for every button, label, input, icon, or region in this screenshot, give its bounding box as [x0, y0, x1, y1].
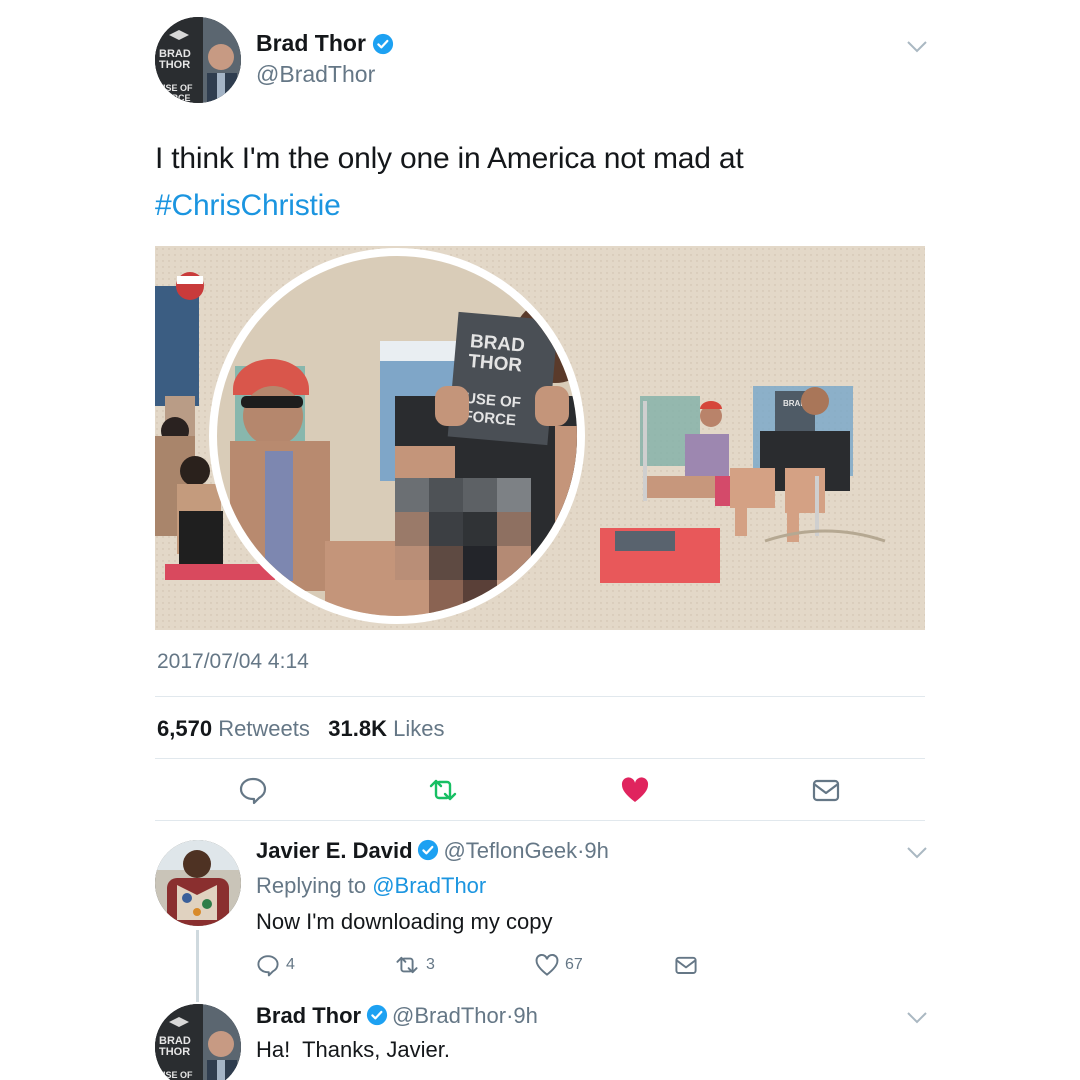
- divider-top: [155, 696, 925, 697]
- reply-1-like-count: 67: [565, 956, 583, 973]
- reply-1-time[interactable]: 9h: [584, 838, 608, 863]
- reply-1-avatar[interactable]: [155, 840, 241, 926]
- tweet-stats: 6,570 Retweets 31.8K Likes: [157, 716, 444, 742]
- divider-bottom: [155, 820, 925, 821]
- heart-outline-icon: [535, 953, 559, 976]
- retweet-label: Retweets: [218, 716, 310, 741]
- avatar-book-line-2: THOR: [159, 59, 190, 71]
- reply-1-reply-count: 4: [286, 956, 295, 973]
- reply-2-header: Brad Thor @BradThor·9h: [256, 1003, 538, 1029]
- reply-2-name[interactable]: Brad Thor: [256, 1003, 361, 1028]
- tweet-text: I think I'm the only one in America not …: [155, 135, 925, 229]
- reply-2-handle[interactable]: @BradThor: [392, 1003, 506, 1028]
- avatar-book-line-3: USE OF: [159, 83, 193, 93]
- reply-1-header: Javier E. David @TeflonGeek·9h: [256, 838, 609, 864]
- retweet-icon: [396, 956, 418, 974]
- reply-icon: [257, 955, 279, 977]
- author-name-row[interactable]: Brad Thor: [256, 30, 394, 57]
- heart-icon[interactable]: [620, 775, 650, 805]
- retweet-icon[interactable]: [428, 775, 458, 805]
- replying-to: Replying to @BradThor: [256, 873, 486, 899]
- reply-1-like-action[interactable]: 67: [535, 953, 583, 977]
- author-name[interactable]: Brad Thor: [256, 30, 394, 57]
- reply-2-avatar-line-2: THOR: [159, 1046, 190, 1058]
- envelope-icon[interactable]: [674, 953, 698, 977]
- reply-1-retweet-action[interactable]: 3: [394, 953, 435, 977]
- envelope-icon[interactable]: [811, 775, 841, 805]
- tweet-text-body: I think I'm the only one in America not …: [155, 142, 744, 175]
- verified-icon: [366, 1004, 387, 1026]
- like-stat[interactable]: 31.8K Likes: [328, 716, 444, 741]
- reply-2-avatar[interactable]: BRAD THOR USE OF: [155, 1004, 241, 1080]
- reply-icon[interactable]: [238, 775, 268, 805]
- reply-2-text: Ha! Thanks, Javier.: [256, 1037, 451, 1062]
- verified-icon: [372, 33, 393, 54]
- chevron-down-icon[interactable]: [906, 1011, 928, 1025]
- retweet-count: 6,570: [157, 716, 213, 741]
- divider-mid: [155, 758, 925, 759]
- avatar-book-line-4: FORCE: [159, 93, 191, 103]
- author-avatar[interactable]: BRAD THOR USE OF FORCE: [155, 17, 241, 103]
- tweet-photo[interactable]: BRAD BRAD THOR USE OF FORCE: [155, 246, 925, 630]
- like-label: Likes: [393, 716, 445, 741]
- verified-icon: [417, 839, 439, 861]
- reply-1-handle[interactable]: @TeflonGeek: [443, 838, 577, 863]
- hashtag-link[interactable]: #ChrisChristie: [155, 189, 341, 222]
- reply-2-time[interactable]: 9h: [513, 1003, 537, 1028]
- thread-line: [196, 930, 199, 1002]
- reply-2-avatar-line-3: USE OF: [159, 1070, 193, 1080]
- author-name-text: Brad Thor: [256, 30, 366, 56]
- replying-prefix: Replying to: [256, 873, 367, 898]
- chevron-down-icon[interactable]: [906, 40, 928, 54]
- retweet-stat[interactable]: 6,570 Retweets: [157, 716, 310, 741]
- tweet-timestamp[interactable]: 2017/07/04 4:14: [157, 650, 309, 674]
- like-count: 31.8K: [328, 716, 387, 741]
- reply-1-text: Now I'm downloading my copy: [256, 909, 553, 934]
- chevron-down-icon[interactable]: [906, 846, 928, 860]
- author-handle[interactable]: @BradThor: [256, 61, 375, 88]
- reply-1-name[interactable]: Javier E. David: [256, 838, 413, 863]
- reply-1-retweet-count: 3: [426, 956, 435, 973]
- reply-1-reply-action[interactable]: 4: [256, 953, 295, 977]
- replying-mention[interactable]: @BradThor: [372, 873, 486, 898]
